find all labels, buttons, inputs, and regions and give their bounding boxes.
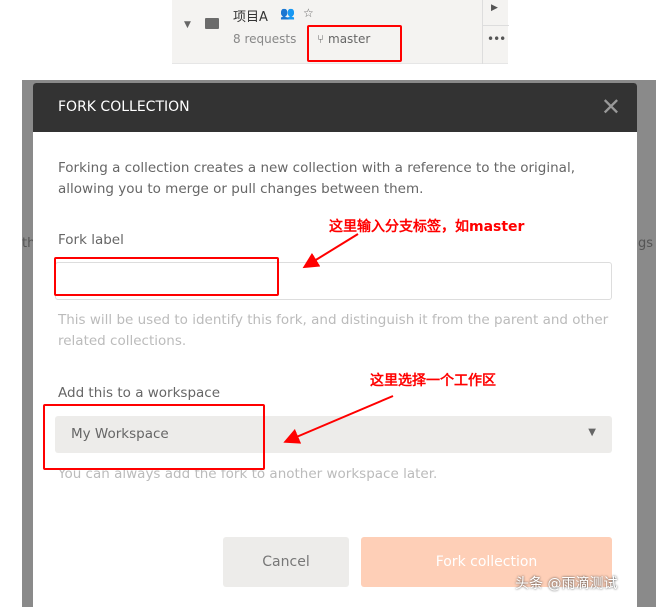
watermark: 头条 @雨滴测试: [515, 576, 618, 592]
annotation-arrows: [283, 233, 394, 444]
arrow-workspace: [283, 395, 394, 444]
arrow-fork-label: [302, 233, 359, 269]
